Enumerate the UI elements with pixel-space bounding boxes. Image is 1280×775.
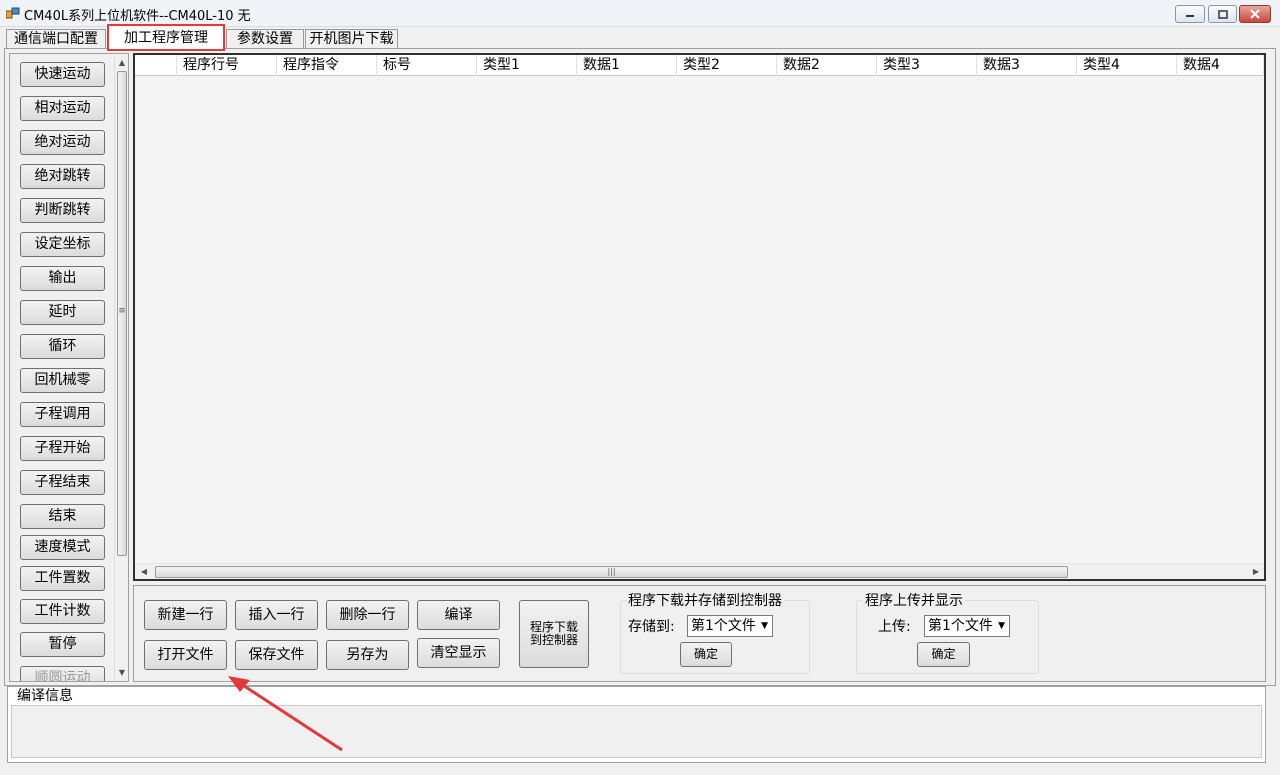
command-button[interactable]: 输出 (20, 266, 105, 291)
command-button[interactable]: 回机械零 (20, 368, 105, 393)
column-header[interactable]: 类型3 (877, 55, 977, 76)
controls-panel: 新建一行 插入一行 删除一行 编译 打开文件 保存文件 另存为 清空显示 程序下… (133, 585, 1266, 682)
close-button[interactable] (1239, 5, 1271, 23)
command-button[interactable]: 暂停 (20, 632, 105, 657)
store-to-label: 存储到: (628, 619, 675, 635)
store-to-select[interactable]: 第1个文件 ▼ (687, 615, 773, 637)
column-header[interactable]: 类型4 (1077, 55, 1177, 76)
upload-select[interactable]: 第1个文件 ▼ (924, 615, 1010, 637)
command-button[interactable]: 判断跳转 (20, 198, 105, 223)
scroll-left-icon[interactable]: ◀ (137, 564, 151, 580)
row-header-corner (135, 55, 177, 76)
column-header[interactable]: 程序指令 (277, 55, 377, 76)
command-scrollbar[interactable]: ▲ ≡ ▼ (114, 56, 128, 680)
delete-row-button[interactable]: 删除一行 (326, 600, 409, 630)
column-header[interactable]: 程序行号 (177, 55, 277, 76)
tab-comm-port-config[interactable]: 通信端口配置 (6, 29, 106, 48)
tab-boot-image-download[interactable]: 开机图片下载 (305, 29, 398, 48)
new-row-button[interactable]: 新建一行 (144, 600, 227, 630)
clear-display-button[interactable]: 清空显示 (417, 638, 500, 668)
minimize-icon (1186, 15, 1194, 17)
scroll-thumb[interactable]: ||| (155, 566, 1068, 578)
command-button[interactable]: 工件计数 (20, 599, 105, 624)
program-grid[interactable]: 程序行号 程序指令 标号 类型1 数据1 类型2 数据2 类型3 数据3 类型4 数据4 ◀ |||… (133, 53, 1266, 581)
upload-group-title: 程序上传并显示 (863, 590, 965, 610)
command-button[interactable]: 工件置数 (20, 566, 105, 591)
upload-confirm-button[interactable]: 确定 (917, 642, 970, 667)
command-panel: 快速运动相对运动绝对运动绝对跳转判断跳转设定坐标输出延时循环回机械零子程调用子程… (9, 53, 129, 682)
tab-program-management[interactable]: 加工程序管理 (107, 24, 225, 51)
save-as-button[interactable]: 另存为 (326, 640, 409, 670)
dropdown-arrow-icon: ▼ (998, 621, 1005, 631)
command-button[interactable]: 设定坐标 (20, 232, 105, 257)
close-icon (1250, 9, 1260, 19)
title-bar: CM40L系列上位机软件--CM40L-10 无 (0, 0, 1280, 27)
command-button[interactable]: 顺圆运动 (20, 666, 105, 681)
upload-value: 第1个文件 (928, 618, 993, 634)
download-to-controller-button[interactable]: 程序下载 到控制器 (519, 600, 589, 668)
compile-info-label: 编译信息 (17, 688, 73, 704)
command-button[interactable]: 子程开始 (20, 436, 105, 461)
command-button[interactable]: 快速运动 (20, 62, 105, 87)
scroll-thumb[interactable]: ≡ (117, 71, 127, 556)
maximize-icon (1217, 9, 1228, 19)
grip-icon: ||| (607, 567, 616, 576)
tab-parameter-settings[interactable]: 参数设置 (226, 29, 304, 48)
upload-label: 上传: (878, 619, 911, 635)
command-button[interactable]: 相对运动 (20, 96, 105, 121)
compile-info-group: 编译信息 (7, 686, 1266, 763)
compile-button[interactable]: 编译 (417, 600, 500, 630)
command-button[interactable]: 循环 (20, 334, 105, 359)
command-button[interactable]: 结束 (20, 504, 105, 529)
dropdown-arrow-icon: ▼ (761, 621, 768, 631)
command-button[interactable]: 绝对跳转 (20, 164, 105, 189)
column-header[interactable]: 数据2 (777, 55, 877, 76)
minimize-button[interactable] (1175, 5, 1205, 23)
window-title: CM40L系列上位机软件--CM40L-10 无 (24, 9, 251, 24)
command-button[interactable]: 延时 (20, 300, 105, 325)
open-file-button[interactable]: 打开文件 (144, 640, 227, 670)
column-header[interactable]: 类型1 (477, 55, 577, 76)
download-confirm-button[interactable]: 确定 (680, 642, 732, 667)
compile-info-output[interactable] (11, 705, 1262, 758)
column-header[interactable]: 数据4 (1177, 55, 1264, 76)
command-button[interactable]: 子程结束 (20, 470, 105, 495)
scroll-up-icon[interactable]: ▲ (115, 56, 128, 70)
insert-row-button[interactable]: 插入一行 (235, 600, 318, 630)
scroll-right-icon[interactable]: ▶ (1249, 564, 1263, 580)
store-to-value: 第1个文件 (691, 618, 756, 634)
command-button[interactable]: 子程调用 (20, 402, 105, 427)
maximize-button[interactable] (1208, 5, 1237, 23)
app-icon (6, 7, 20, 19)
column-header[interactable]: 类型2 (677, 55, 777, 76)
command-button[interactable]: 绝对运动 (20, 130, 105, 155)
column-header[interactable]: 数据3 (977, 55, 1077, 76)
column-header[interactable]: 数据1 (577, 55, 677, 76)
command-button[interactable]: 速度模式 (20, 535, 105, 560)
scroll-down-icon[interactable]: ▼ (115, 666, 128, 680)
grip-icon: ≡ (118, 306, 126, 316)
grid-header: 程序行号 程序指令 标号 类型1 数据1 类型2 数据2 类型3 数据3 类型4 数据4 (135, 55, 1264, 76)
column-header[interactable]: 标号 (377, 55, 477, 76)
save-file-button[interactable]: 保存文件 (235, 640, 318, 670)
grid-horizontal-scrollbar[interactable]: ◀ ||| ▶ (135, 563, 1264, 579)
download-group-title: 程序下载并存储到控制器 (626, 590, 784, 610)
